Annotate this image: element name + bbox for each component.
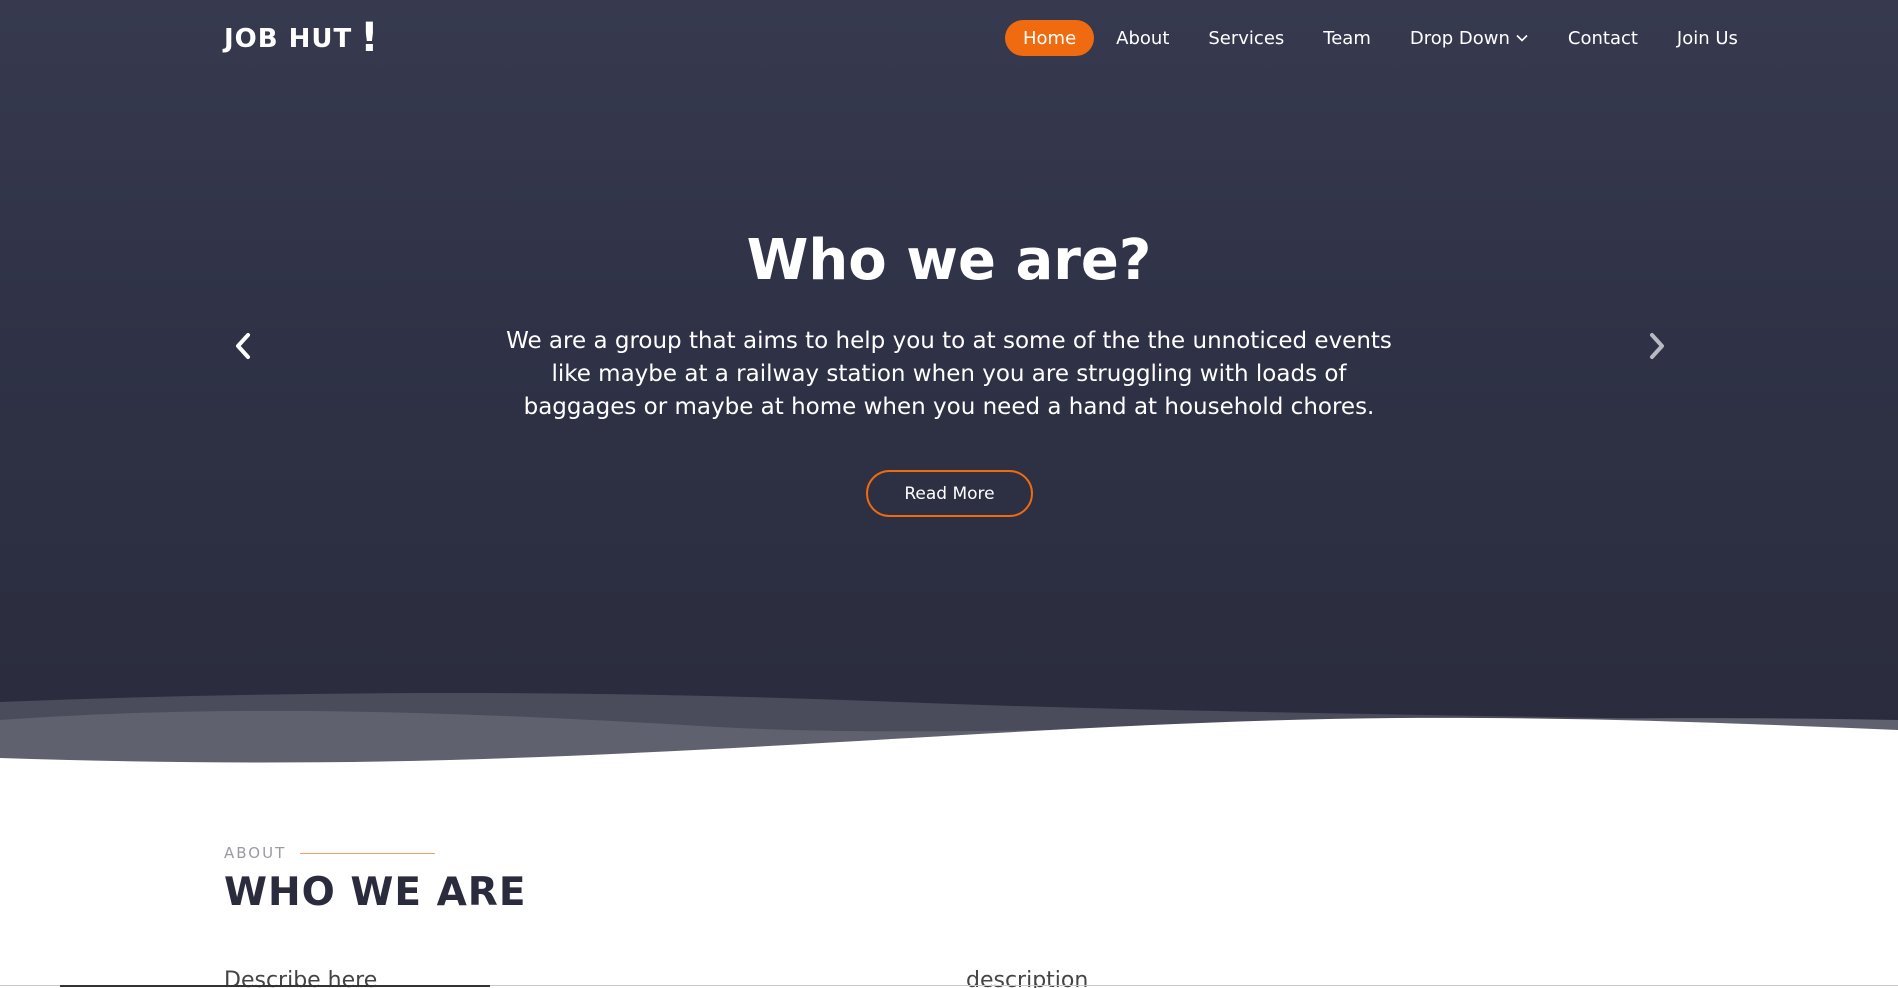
content-divider-segment <box>60 985 490 987</box>
main-nav: Home About Services Team Drop Down Conta… <box>1005 20 1738 56</box>
nav-item-services[interactable]: Services <box>1208 28 1284 49</box>
nav-item-label: Home <box>1023 27 1077 49</box>
nav-item-label: Drop Down <box>1409 27 1510 49</box>
nav-item-about[interactable]: About <box>1116 28 1169 49</box>
nav-item-dropdown[interactable]: Drop Down <box>1410 28 1529 49</box>
nav-item-label: Contact <box>1567 27 1638 49</box>
hero-description: We are a group that aims to help you to … <box>506 328 1392 420</box>
carousel-next-button[interactable] <box>1642 328 1672 364</box>
read-more-button[interactable]: Read More <box>866 470 1033 517</box>
section-label: ABOUT <box>224 844 287 862</box>
nav-item-contact[interactable]: Contact <box>1568 28 1638 49</box>
chevron-left-icon <box>236 333 250 359</box>
nav-item-join-us[interactable]: Join Us <box>1677 28 1738 49</box>
nav-item-label: Team <box>1323 27 1371 49</box>
nav-item-label: Join Us <box>1676 27 1738 49</box>
hero-wave-divider <box>0 693 1898 780</box>
logo-text: JOB HUT <box>224 24 353 54</box>
chevron-right-icon <box>1650 333 1664 359</box>
site-logo[interactable]: JOB HUT ! <box>224 15 380 61</box>
nav-item-team[interactable]: Team <box>1323 28 1371 49</box>
nav-item-label: Services <box>1208 27 1285 49</box>
hero-title: Who we are? <box>746 228 1152 293</box>
section-title: WHO WE ARE <box>224 870 527 915</box>
nav-item-home[interactable]: Home <box>1005 20 1095 56</box>
carousel-prev-button[interactable] <box>228 328 258 364</box>
site-header: JOB HUT ! Home About Services Team Drop … <box>0 0 1898 80</box>
chevron-down-icon <box>1516 34 1528 42</box>
logo-exclamation: ! <box>360 15 380 61</box>
section-label-divider <box>300 853 435 854</box>
nav-item-label: About <box>1116 27 1170 49</box>
